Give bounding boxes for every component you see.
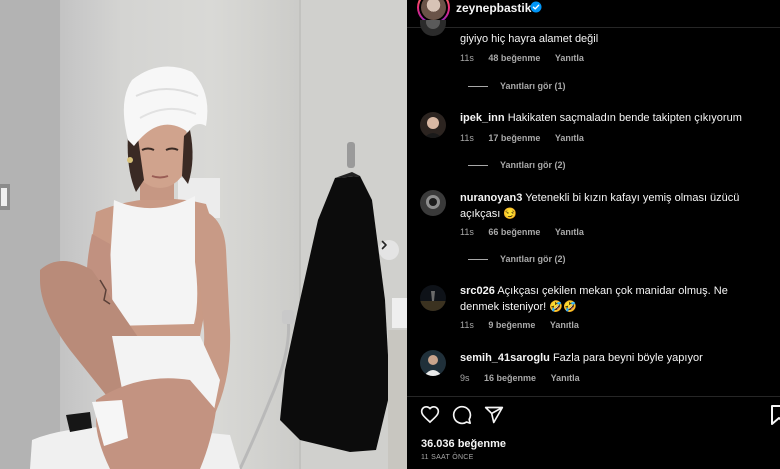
commenter-username[interactable]: semih_41saroglu bbox=[460, 352, 550, 364]
photo-illustration bbox=[0, 0, 407, 469]
chevron-right-icon bbox=[381, 240, 387, 250]
reply-button[interactable]: Yanıtla bbox=[555, 227, 584, 237]
author-username[interactable]: zeynepbastik bbox=[456, 1, 531, 15]
view-replies-button[interactable]: Yanıtları gör (1) bbox=[468, 81, 566, 91]
comment-text: nuranoyan3 Yetenekli bi kızın kafayı yem… bbox=[460, 192, 740, 220]
comment-text: semih_41saroglu Fazla para beyni böyle y… bbox=[460, 352, 703, 364]
commenter-avatar[interactable] bbox=[420, 20, 446, 36]
commenter-avatar[interactable] bbox=[420, 112, 446, 138]
commenter-avatar[interactable] bbox=[420, 285, 446, 311]
comment-like-count[interactable]: 16 beğenme bbox=[484, 373, 536, 383]
bookmark-icon[interactable] bbox=[771, 405, 780, 425]
view-replies-button[interactable]: Yanıtları gör (2) bbox=[468, 160, 566, 170]
comment-time[interactable]: 11s bbox=[460, 320, 474, 330]
comment-time[interactable]: 11s bbox=[460, 227, 474, 237]
commenter-username[interactable]: nuranoyan3 bbox=[460, 192, 522, 204]
comment-text: ipek_inn Hakikaten saçmaladın bende taki… bbox=[460, 112, 742, 124]
comment-meta: 9s 16 beğenme Yanıtla bbox=[460, 373, 592, 383]
comments-panel: zeynepbastik giyiyo hiç hayra alamet değ… bbox=[407, 0, 780, 469]
actions-divider bbox=[407, 396, 780, 397]
comment-text: giyiyo hiç hayra alamet değil bbox=[460, 33, 599, 45]
reply-button[interactable]: Yanıtla bbox=[555, 53, 584, 63]
post-like-count[interactable]: 36.036 beğenme bbox=[421, 438, 506, 450]
comment-like-count[interactable]: 17 beğenme bbox=[488, 133, 540, 143]
comment-text: src026 Açıkçası çekilen mekan çok manida… bbox=[460, 285, 728, 313]
share-icon[interactable] bbox=[484, 405, 504, 425]
reply-button[interactable]: Yanıtla bbox=[551, 373, 580, 383]
comment-like-count[interactable]: 66 beğenme bbox=[488, 227, 540, 237]
comment-meta: 11s 66 beğenme Yanıtla bbox=[460, 227, 596, 237]
post-time-ago[interactable]: 11 SAAT ÖNCE bbox=[421, 454, 474, 461]
comment-meta: 11s 17 beğenme Yanıtla bbox=[460, 133, 596, 143]
verified-badge-icon bbox=[530, 1, 542, 13]
carousel-next-button[interactable] bbox=[379, 240, 399, 260]
comment-time[interactable]: 9s bbox=[460, 373, 470, 383]
reply-button[interactable]: Yanıtla bbox=[550, 320, 579, 330]
comment-time[interactable]: 11s bbox=[460, 53, 474, 63]
commenter-username[interactable]: src026 bbox=[460, 285, 495, 297]
comment-icon[interactable] bbox=[452, 405, 472, 425]
post-photo bbox=[0, 0, 407, 469]
reply-button[interactable]: Yanıtla bbox=[555, 133, 584, 143]
commenter-avatar[interactable] bbox=[420, 350, 446, 376]
comment-like-count[interactable]: 9 beğenme bbox=[488, 320, 535, 330]
commenter-avatar[interactable] bbox=[420, 190, 446, 216]
view-replies-button[interactable]: Yanıtları gör (2) bbox=[468, 254, 566, 264]
post-header: zeynepbastik bbox=[407, 0, 780, 28]
comment-time[interactable]: 11s bbox=[460, 133, 474, 143]
commenter-username[interactable]: ipek_inn bbox=[460, 112, 505, 124]
comment-like-count[interactable]: 48 beğenme bbox=[488, 53, 540, 63]
heart-icon[interactable] bbox=[420, 405, 440, 425]
comment-meta: 11s 48 beğenme Yanıtla bbox=[460, 53, 596, 63]
header-divider bbox=[407, 27, 780, 28]
comment-meta: 11s 9 beğenme Yanıtla bbox=[460, 320, 591, 330]
